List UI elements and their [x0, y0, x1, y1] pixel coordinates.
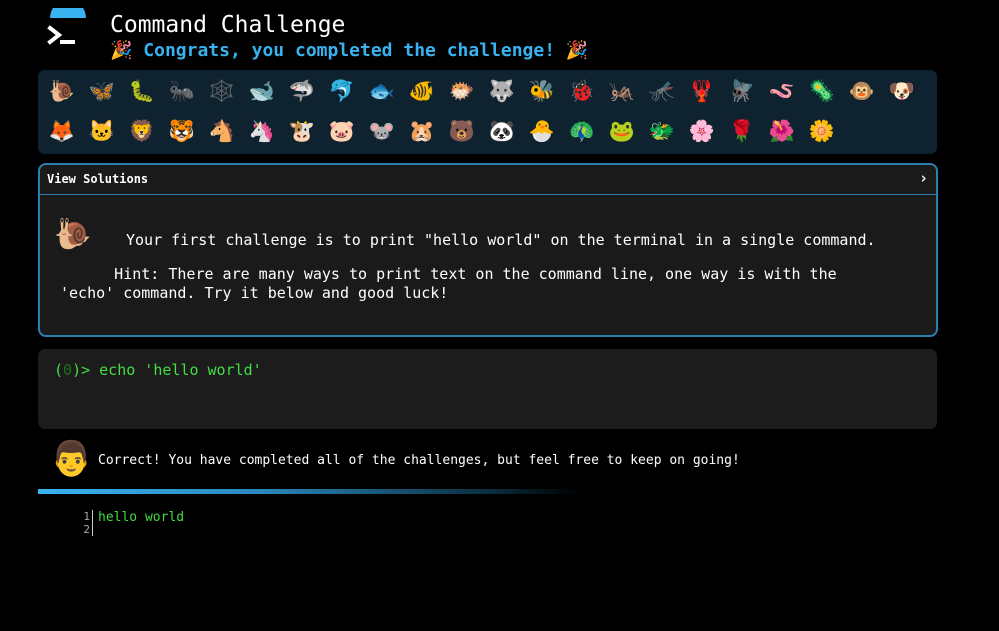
view-solutions-toggle[interactable]: View Solutions › — [40, 165, 936, 195]
challenge-emoji-button[interactable]: 🦗 — [602, 74, 642, 108]
congrats-banner: 🎉 Congrats, you completed the challenge!… — [110, 40, 810, 61]
challenge-emoji-button[interactable]: 🐷 — [322, 114, 362, 148]
result-message: 👨 Correct! You have completed all of the… — [38, 437, 937, 485]
challenge-emoji-button[interactable]: 🐠 — [402, 74, 442, 108]
party-icon: 🎉 — [110, 40, 133, 61]
challenge-emoji-button[interactable]: 🐹 — [402, 114, 442, 148]
chevron-right-icon[interactable]: › — [919, 169, 928, 187]
terminal-input[interactable]: (0)> echo 'hello world' — [38, 349, 937, 429]
challenge-emoji-button[interactable]: 🌸 — [682, 114, 722, 148]
challenge-emoji-button[interactable]: 🐻 — [442, 114, 482, 148]
challenge-emoji-button[interactable]: 🦁 — [122, 114, 162, 148]
challenge-emoji-button[interactable]: 🪱 — [762, 74, 802, 108]
prompt-close: )> — [72, 361, 91, 379]
challenge-emoji-button[interactable]: 🐲 — [642, 114, 682, 148]
prompt-open: ( — [54, 361, 64, 379]
challenge-emoji-button[interactable]: 🌹 — [722, 114, 762, 148]
terminal-prompt-icon — [46, 0, 90, 60]
congrats-text: Congrats, you completed the challenge! — [143, 40, 556, 61]
challenge-emoji-button[interactable]: 🦊 — [42, 114, 82, 148]
challenge-hint: Hint: There are many ways to print text … — [60, 265, 837, 302]
gutter-divider — [92, 510, 93, 536]
prompt-exit-code: 0 — [63, 361, 73, 379]
challenge-emoji-button[interactable]: 🪰 — [722, 74, 762, 108]
challenge-progress-panel: 🐌 🦋 🐛 🐜 🕸️ 🐋 🦈 🐬 🐟 🐠 🐡 🐺 🐝 🐞 🦗 🦟 🦞 🪰 🪱 🦠 🐵 🐶 🦊 🐱 🦁 🐯 🐴 🦄 🐮 🐷 🐭 🐹 🐻 🐼 🐣 🦚 🐸 🐲… — [38, 70, 937, 154]
solutions-panel: View Solutions › 🐌 Your first challenge … — [38, 163, 938, 337]
line-numbers: 1 2 — [70, 510, 90, 536]
challenge-emoji-button[interactable]: 🐟 — [362, 74, 402, 108]
challenge-emoji-button[interactable]: 🐼 — [482, 114, 522, 148]
challenge-emoji-button[interactable]: 🐵 — [842, 74, 882, 108]
challenge-emoji-button[interactable]: 🦠 — [802, 74, 842, 108]
party-icon: 🎉 — [565, 40, 589, 61]
challenge-emoji-button[interactable]: 🐋 — [242, 74, 282, 108]
challenge-emoji-button[interactable]: 🦋 — [82, 74, 122, 108]
challenge-emoji-button[interactable]: 🐛 — [122, 74, 162, 108]
challenge-emoji-button[interactable]: 🦚 — [562, 114, 602, 148]
challenge-emoji-button[interactable]: 🐱 — [82, 114, 122, 148]
output-text: hello world — [98, 510, 185, 525]
challenge-emoji-button[interactable]: 🦟 — [642, 74, 682, 108]
challenge-emoji-button[interactable]: 🕸️ — [202, 74, 242, 108]
line-number: 2 — [83, 523, 90, 536]
progress-bar — [38, 489, 578, 494]
challenge-emoji-button[interactable]: 🐭 — [362, 114, 402, 148]
challenge-emoji-button[interactable]: 🐞 — [562, 74, 602, 108]
view-solutions-label: View Solutions — [47, 172, 149, 186]
challenge-emoji-button[interactable]: 🐌 — [42, 74, 82, 108]
result-text: Correct! You have completed all of the c… — [98, 453, 740, 468]
challenge-emoji-button[interactable]: 🦞 — [682, 74, 722, 108]
challenge-emoji-button[interactable]: 🐮 — [282, 114, 322, 148]
challenge-emoji-button[interactable]: 🐯 — [162, 114, 202, 148]
challenge-emoji-button[interactable]: 🐬 — [322, 74, 362, 108]
page-title: Command Challenge — [110, 12, 346, 38]
command-line[interactable]: (0)> echo 'hello world' — [54, 361, 262, 379]
challenge-emoji-button[interactable]: 🐡 — [442, 74, 482, 108]
challenge-emoji-button[interactable]: 🦄 — [242, 114, 282, 148]
challenge-emoji-button[interactable]: 🌼 — [802, 114, 842, 148]
challenge-emoji-button[interactable]: 🌺 — [762, 114, 802, 148]
line-number: 1 — [83, 510, 90, 523]
challenge-emoji-button[interactable]: 🐜 — [162, 74, 202, 108]
snail-icon: 🐌 — [54, 217, 92, 252]
challenge-emoji-button[interactable]: 🐸 — [602, 114, 642, 148]
challenge-emoji-button[interactable]: 🐴 — [202, 114, 242, 148]
challenge-emoji-button[interactable]: 🦈 — [282, 74, 322, 108]
challenge-emoji-button[interactable]: 🐶 — [882, 74, 922, 108]
challenge-emoji-button[interactable]: 🐣 — [522, 114, 562, 148]
challenge-emoji-button[interactable]: 🐺 — [482, 74, 522, 108]
challenge-description: Your first challenge is to print "hello … — [126, 231, 876, 249]
challenge-emoji-button[interactable]: 🐝 — [522, 74, 562, 108]
avatar-icon: 👨 — [50, 439, 93, 479]
command-text[interactable]: echo 'hello world' — [99, 361, 262, 379]
